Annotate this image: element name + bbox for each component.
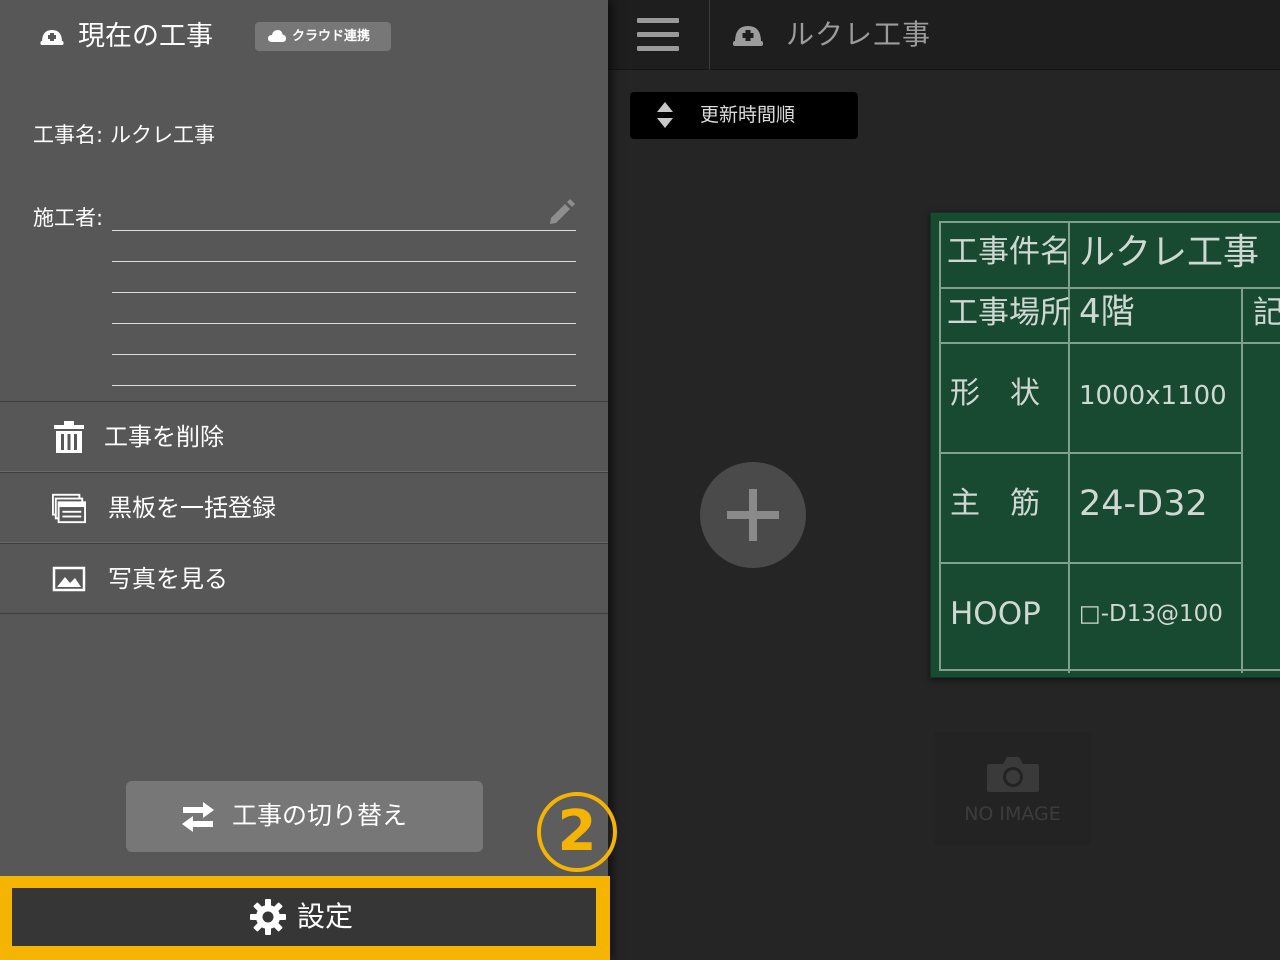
hamburger-menu-icon[interactable] xyxy=(636,16,680,54)
helmet-icon xyxy=(40,30,64,45)
trash-icon xyxy=(54,421,84,453)
no-image-thumbnail[interactable]: NO IMAGE xyxy=(934,732,1091,845)
menu-item-label: 工事を削除 xyxy=(104,423,224,451)
sort-arrows-icon xyxy=(657,102,673,128)
builder-label: 施工者: xyxy=(33,206,104,230)
project-name-label: 工事名: xyxy=(33,123,104,147)
builder-field-line[interactable] xyxy=(112,261,576,262)
menu-divider xyxy=(0,613,608,614)
image-icon xyxy=(52,566,86,592)
cloud-sync-label: クラウド連携 xyxy=(292,29,371,44)
blackboard-label: 形 状 xyxy=(950,376,1040,411)
settings-button[interactable]: 設定 xyxy=(12,888,596,946)
switch-project-button[interactable]: 工事の切り替え xyxy=(126,781,483,852)
settings-label: 設定 xyxy=(297,900,354,933)
builder-field-line[interactable] xyxy=(112,230,576,231)
menu-item-bulk-register-blackboards[interactable]: 黒板を一括登録 xyxy=(0,472,608,543)
builder-field-line[interactable] xyxy=(112,385,576,386)
builder-field-line[interactable] xyxy=(112,323,576,324)
blackboard-value: 24-D32 xyxy=(1079,484,1208,524)
helmet-icon xyxy=(733,26,763,46)
blackboard-label: 工事場所 xyxy=(947,295,1071,331)
cloud-sync-badge[interactable]: クラウド連携 xyxy=(255,22,391,51)
gear-icon xyxy=(250,899,286,935)
menu-item-label: 黒板を一括登録 xyxy=(108,494,276,522)
blackboard-value: □-D13@100 xyxy=(1079,601,1223,627)
blackboard-extra: 記 xyxy=(1253,298,1280,329)
builder-field-line[interactable] xyxy=(112,292,576,293)
cloud-icon xyxy=(268,30,286,42)
builder-field-line[interactable] xyxy=(112,354,576,355)
step-number-badge: 2 xyxy=(537,792,617,872)
camera-icon xyxy=(987,757,1039,792)
step-number-label: 2 xyxy=(557,799,597,864)
blackboard-label: HOOP xyxy=(950,596,1041,632)
menu-item-view-photos[interactable]: 写真を見る xyxy=(0,543,608,614)
drawer-title: 現在の工事 xyxy=(78,21,213,52)
blackboard-label: 主 筋 xyxy=(950,486,1040,521)
navigation-drawer: 現在の工事 クラウド連携 工事名: ルクレ工事 施工者: 工事を削除 黒板を一括… xyxy=(0,0,610,960)
blackboard-value: ルクレ工事 xyxy=(1079,232,1260,273)
topbar-divider xyxy=(709,0,710,70)
blackboard-value: 1000x1100 xyxy=(1079,381,1227,411)
blackboard-stack-icon xyxy=(52,493,86,524)
pencil-edit-icon[interactable] xyxy=(545,196,577,228)
project-name-value: ルクレ工事 xyxy=(110,123,215,147)
settings-highlight-frame: 設定 xyxy=(0,876,610,960)
menu-item-label: 写真を見る xyxy=(108,565,228,593)
app-title: ルクレ工事 xyxy=(786,18,932,51)
menu-item-delete-project[interactable]: 工事を削除 xyxy=(0,401,608,472)
blackboard-label: 工事件名 xyxy=(947,234,1071,270)
swap-arrows-icon xyxy=(182,802,214,832)
blackboard-value: 4階 xyxy=(1079,292,1135,332)
switch-project-label: 工事の切り替え xyxy=(232,801,408,830)
no-image-label: NO IMAGE xyxy=(964,803,1061,825)
add-blackboard-button[interactable] xyxy=(700,462,806,568)
blackboard-card[interactable]: 工事件名 ルクレ工事 工事場所 4階 記 形 状 1000x1100 主 筋 2… xyxy=(930,212,1280,678)
sort-order-label: 更新時間順 xyxy=(700,104,796,126)
